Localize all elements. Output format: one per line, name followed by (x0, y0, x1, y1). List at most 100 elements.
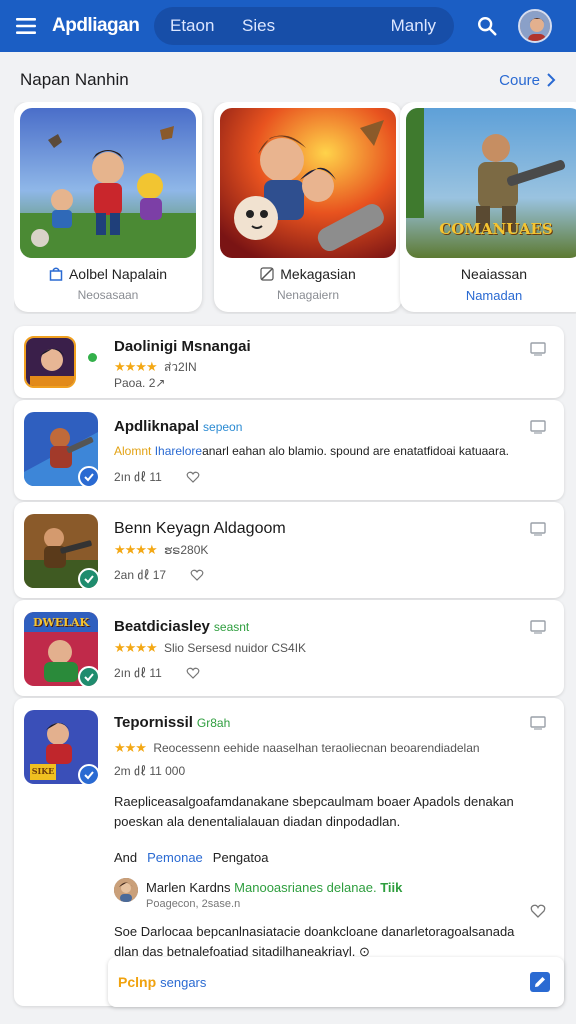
app-name: Apdliknapal sepeon (114, 418, 242, 435)
nav-tabs: Etaon Sies Manly (154, 7, 454, 45)
app-icon (24, 336, 76, 388)
art-wordmark: SIKE (31, 766, 55, 776)
featured-card[interactable]: Neaiassan Namadan COMANUAES (400, 102, 576, 312)
reviewer-badge: Tiik (380, 880, 403, 895)
heart-outline-icon[interactable] (190, 569, 204, 581)
list-item[interactable]: Apdliknapal sepeon Alomnt Ihareloreanarl … (14, 400, 564, 500)
featured-card[interactable]: Mekagasian Nenagaiern (214, 102, 402, 312)
review-meta: Poagecon, 2sase.n (146, 898, 241, 910)
app-name-text: Apdliknapal (114, 418, 200, 435)
app-meta: ຮຣ280K (163, 543, 209, 557)
app-rating: ★★★★ Slio Sersesd nuidor CS4IK (114, 640, 306, 656)
featured-card[interactable]: Aolbel Napalain Neosasaan (14, 102, 202, 312)
rating-stars: ★★★★ (114, 640, 158, 655)
search-button[interactable] (464, 0, 510, 52)
bookmark-icon[interactable] (530, 420, 546, 434)
verified-badge (78, 764, 98, 784)
app-name-text: Tepornissil (114, 714, 193, 731)
compose-button[interactable] (530, 972, 550, 992)
see-all-label: Coure (499, 71, 540, 89)
app-tag: seasnt (213, 620, 250, 634)
reviewer-name: Marlen Kardns Manooasrianes delanae. Tii… (146, 880, 402, 895)
reviewer-avatar[interactable] (114, 878, 138, 902)
check-icon (84, 575, 94, 584)
featured-card-title: Mekagasian (214, 266, 402, 282)
detail-tabs: And Pemonae Pengatoa (114, 850, 268, 865)
featured-card-subtitle: Nenagaiern (276, 288, 340, 302)
heart-outline-icon[interactable] (186, 471, 200, 483)
app-list: Daolinigi Msnangai ★★★★ ส่ว2IN Paoa. 2↗ … (14, 326, 564, 1006)
app-summary: Alomnt Ihareloreanarl eahan alo blamio. … (114, 444, 509, 458)
app-name: Tepornissil Gr8ah (114, 714, 230, 731)
composer-brand: Pclnp (118, 974, 157, 990)
rating-stars: ★★★★ (114, 359, 158, 374)
tab-and[interactable]: And (114, 850, 137, 865)
chevron-right-icon (547, 73, 556, 87)
card-title-text: Mekagasian (280, 266, 356, 282)
rating-stars: ★★★★ (114, 542, 158, 557)
list-item[interactable]: Daolinigi Msnangai ★★★★ ส่ว2IN Paoa. 2↗ (14, 326, 564, 398)
section-title: Napan Nanhin (20, 70, 129, 89)
app-rating: ★★★★ ส่ว2IN (114, 358, 197, 377)
heart-outline-icon[interactable] (530, 904, 546, 918)
list-item[interactable]: DWELAK Beatdiciasley seasnt ★★★★ Slio Ser… (14, 600, 564, 696)
check-icon (84, 673, 94, 682)
summary-text: anarl eahan alo blamio. spound are enata… (202, 444, 509, 458)
app-meta: Reocessenn eehide naaselhan teraoliecnan… (153, 741, 480, 755)
app-tag: Gr8ah (196, 716, 231, 730)
app-stats: Paoa. 2↗ (114, 376, 166, 390)
featured-card-subtitle: Namadan (465, 288, 523, 303)
stat-text: 2ın ㎗ 11 (114, 470, 162, 484)
art-wordmark: DWELAK (32, 616, 90, 629)
app-icon (24, 412, 98, 486)
game-artwork (220, 108, 396, 258)
rating-stars: ★★★ (114, 740, 147, 755)
stat-text: 2ın ㎗ 11 (114, 666, 162, 680)
review-body: Soe Darlocaa bepcanlnasiatacie doankcloa… (114, 924, 515, 959)
check-icon (84, 473, 94, 482)
app-rating: ★★★★ ຮຣ280K (114, 542, 208, 558)
tab-sies[interactable]: Sies (242, 16, 391, 36)
bookmark-icon[interactable] (530, 716, 546, 730)
bookmark-icon[interactable] (530, 620, 546, 634)
verified-badge (78, 568, 98, 588)
verified-badge (78, 666, 98, 686)
bookmark-icon[interactable] (530, 522, 546, 536)
online-indicator (88, 353, 97, 362)
featured-card-subtitle: Neosasaan (77, 288, 139, 302)
app-description: Raepliceasalgoafamdanakane sbepcaulmam b… (114, 794, 514, 829)
app-name-text: Beatdiciasley (114, 618, 210, 635)
app-stats: 2ın ㎗ 11 (114, 664, 200, 681)
reviewer-status: Manooasrianes delanae. (234, 880, 377, 895)
featured-carousel: Aolbel Napalain Neosasaan Mekagasian Nen… (14, 102, 576, 314)
app-meta: ส่ว2IN (163, 360, 197, 374)
featured-card-title: Aolbel Napalain (14, 266, 202, 282)
app-name: Benn Keyagn Aldagoom (114, 520, 286, 537)
see-all-link[interactable]: Coure (499, 72, 556, 89)
tab-etaon[interactable]: Etaon (170, 16, 242, 36)
app-stats: 2m ㎗ 11 000 (114, 762, 185, 779)
app-name: Daolinigi Msnangai (114, 338, 251, 355)
art-wordmark: COMANUAES (439, 220, 553, 238)
app-tag: sepeon (203, 420, 243, 434)
app-stats: 2an ㎗ 17 (114, 566, 204, 583)
heart-outline-icon[interactable] (186, 667, 200, 679)
avatar[interactable] (518, 9, 552, 43)
list-item[interactable]: Benn Keyagn Aldagoom ★★★★ ຮຣ280K 2an ㎗ 1… (14, 502, 564, 598)
app-title: Apdliagan (52, 15, 140, 36)
tab-pengatoa[interactable]: Pengatoa (213, 850, 269, 865)
sword-icon (260, 267, 274, 281)
comment-input[interactable]: sengars (160, 975, 530, 990)
app-icon (24, 514, 98, 588)
menu-button[interactable] (0, 0, 52, 52)
comment-composer[interactable]: Pclnp sengars (108, 957, 564, 1007)
card-title-text: Aolbel Napalain (68, 266, 168, 282)
stat-text: 2m ㎗ 11 000 (114, 764, 186, 778)
tab-pemonae[interactable]: Pemonae (147, 850, 203, 865)
pencil-icon (535, 977, 545, 987)
tab-manly[interactable]: Manly (391, 16, 436, 36)
check-icon (84, 771, 94, 780)
bookmark-icon[interactable] (530, 342, 546, 356)
top-app-bar: Apdliagan Etaon Sies Manly (0, 0, 576, 52)
app-icon: DWELAK (24, 612, 98, 686)
